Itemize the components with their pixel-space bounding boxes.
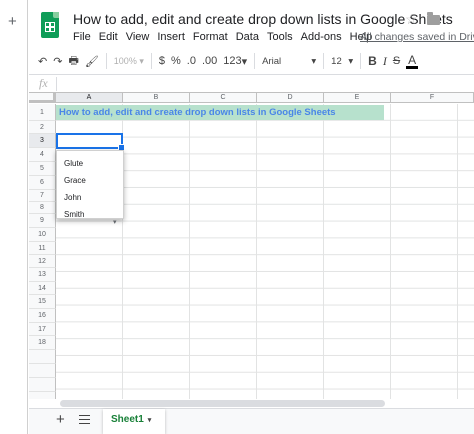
column-header-f[interactable]: F: [391, 93, 474, 103]
percent-format-button[interactable]: %: [168, 51, 184, 71]
chevron-down-icon: ▾: [241, 55, 248, 68]
chevron-down-icon: ▾: [139, 55, 144, 66]
row-header-2[interactable]: 2: [29, 121, 56, 134]
active-cell-a3[interactable]: [56, 133, 125, 151]
cell-a1-title[interactable]: How to add, edit and create drop down li…: [56, 105, 384, 120]
toolbar-divider: [105, 53, 107, 69]
row-header-4[interactable]: 4: [29, 148, 56, 162]
menu-view[interactable]: View: [126, 31, 150, 45]
row-header-14[interactable]: 14: [29, 282, 56, 295]
bold-button[interactable]: B: [365, 51, 380, 71]
toolbar-divider: [150, 53, 152, 69]
sheets-logo-icon[interactable]: [41, 12, 59, 38]
more-formats-label: 123: [223, 55, 242, 67]
font-size-value: 12: [331, 55, 342, 67]
row-header-5[interactable]: 5: [29, 162, 56, 176]
select-all-corner[interactable]: [29, 93, 56, 103]
dropdown-option-john[interactable]: John: [57, 189, 123, 206]
decrease-decimal-button[interactable]: .0: [184, 51, 199, 71]
column-header-d[interactable]: D: [257, 93, 324, 103]
chevron-down-icon: ▾: [311, 55, 317, 67]
row-header-6[interactable]: 6: [29, 176, 56, 190]
column-header-e[interactable]: E: [324, 93, 391, 103]
paint-format-button[interactable]: 🖌: [82, 51, 102, 71]
row-header-17[interactable]: 17: [29, 323, 56, 336]
row-header-10[interactable]: 10: [29, 228, 56, 242]
font-value: Arial: [262, 55, 282, 67]
sheet-tab-label: Sheet1: [111, 414, 144, 425]
menu-insert[interactable]: Insert: [157, 31, 185, 45]
toolbar-divider: [254, 53, 256, 69]
zoom-select[interactable]: 100% ▾: [111, 51, 147, 71]
spreadsheet-grid: A B C D E F 1 2 3 4 5 6 7 8 9 10 11 12 1…: [29, 93, 474, 399]
menu-edit[interactable]: Edit: [99, 31, 118, 45]
redo-button[interactable]: ↷: [50, 51, 65, 71]
italic-button[interactable]: I: [380, 51, 390, 71]
add-sheet-button[interactable]: +: [56, 412, 65, 428]
menu-addons[interactable]: Add-ons: [301, 31, 342, 45]
row-header-15[interactable]: 15: [29, 295, 56, 309]
row-header-3[interactable]: 3: [29, 134, 56, 148]
row-header-7[interactable]: 7: [29, 190, 56, 202]
toolbar-divider: [360, 53, 362, 69]
outer-strip: +: [0, 0, 28, 434]
text-color-button[interactable]: A: [403, 51, 421, 71]
row-header-21[interactable]: [29, 378, 56, 392]
chevron-down-icon[interactable]: ▾: [148, 417, 152, 424]
print-button[interactable]: 🖶: [65, 51, 81, 71]
document-title[interactable]: How to add, edit and create drop down li…: [73, 11, 453, 27]
row-header-19[interactable]: [29, 350, 56, 364]
row-header-8[interactable]: 8: [29, 202, 56, 214]
new-tab-button[interactable]: +: [8, 14, 17, 29]
zoom-value: 100%: [113, 56, 137, 66]
all-sheets-menu-icon[interactable]: [79, 415, 90, 424]
text-color-icon: A: [408, 52, 417, 67]
font-select[interactable]: Arial ▾: [259, 51, 319, 71]
increase-decimal-button[interactable]: .00: [199, 51, 220, 71]
row-header-18[interactable]: 18: [29, 336, 56, 350]
menu-format[interactable]: Format: [193, 31, 228, 45]
toolbar: ↶ ↷ 🖶 🖌 100% ▾ $ % .0 .00 123 ▾ Arial ▾ 12…: [35, 50, 469, 72]
row-header-9[interactable]: 9: [29, 214, 56, 228]
sheets-app: How to add, edit and create drop down li…: [29, 0, 474, 434]
star-icon[interactable]: ☆: [405, 11, 418, 28]
sheet-tab-bar: + Sheet1 ▾: [29, 409, 474, 434]
dropdown-option-grace[interactable]: Grace: [57, 172, 123, 189]
column-header-b[interactable]: B: [123, 93, 190, 103]
row-header-1[interactable]: 1: [29, 104, 56, 121]
undo-button[interactable]: ↶: [35, 51, 50, 71]
formula-input[interactable]: [59, 75, 467, 91]
menu-data[interactable]: Data: [236, 31, 259, 45]
formula-divider: [56, 77, 57, 91]
row-header-20[interactable]: [29, 364, 56, 378]
menu-file[interactable]: File: [73, 31, 91, 45]
dropdown-list: Glute Grace John Smith: [56, 150, 124, 219]
font-size-select[interactable]: 12 ▾: [328, 51, 356, 71]
chevron-down-icon: ▾: [348, 55, 354, 67]
menu-bar: File Edit View Insert Format Data Tools …: [73, 31, 380, 45]
save-status-link[interactable]: All changes saved in Drive: [360, 31, 474, 43]
row-header-22[interactable]: [29, 392, 56, 399]
row-header-13[interactable]: 13: [29, 268, 56, 282]
column-header-c[interactable]: C: [190, 93, 257, 103]
text-color-swatch: [406, 65, 419, 69]
horizontal-scrollbar[interactable]: [60, 400, 385, 407]
row-header-16[interactable]: 16: [29, 309, 56, 323]
more-formats-button[interactable]: 123 ▾: [220, 51, 250, 71]
row-header-11[interactable]: 11: [29, 242, 56, 255]
row-header-12[interactable]: 12: [29, 255, 56, 268]
fx-icon: fx: [39, 76, 48, 90]
dropdown-option-glute[interactable]: Glute: [57, 155, 123, 172]
dropdown-arrow-icon[interactable]: ▾: [113, 218, 117, 226]
folder-icon[interactable]: [427, 12, 440, 25]
toolbar-divider: [323, 53, 325, 69]
menu-tools[interactable]: Tools: [267, 31, 293, 45]
sheet-tab-sheet1[interactable]: Sheet1 ▾: [103, 409, 165, 434]
column-header-a[interactable]: A: [56, 93, 123, 103]
currency-format-button[interactable]: $: [156, 51, 168, 71]
strikethrough-button[interactable]: S: [390, 51, 403, 71]
